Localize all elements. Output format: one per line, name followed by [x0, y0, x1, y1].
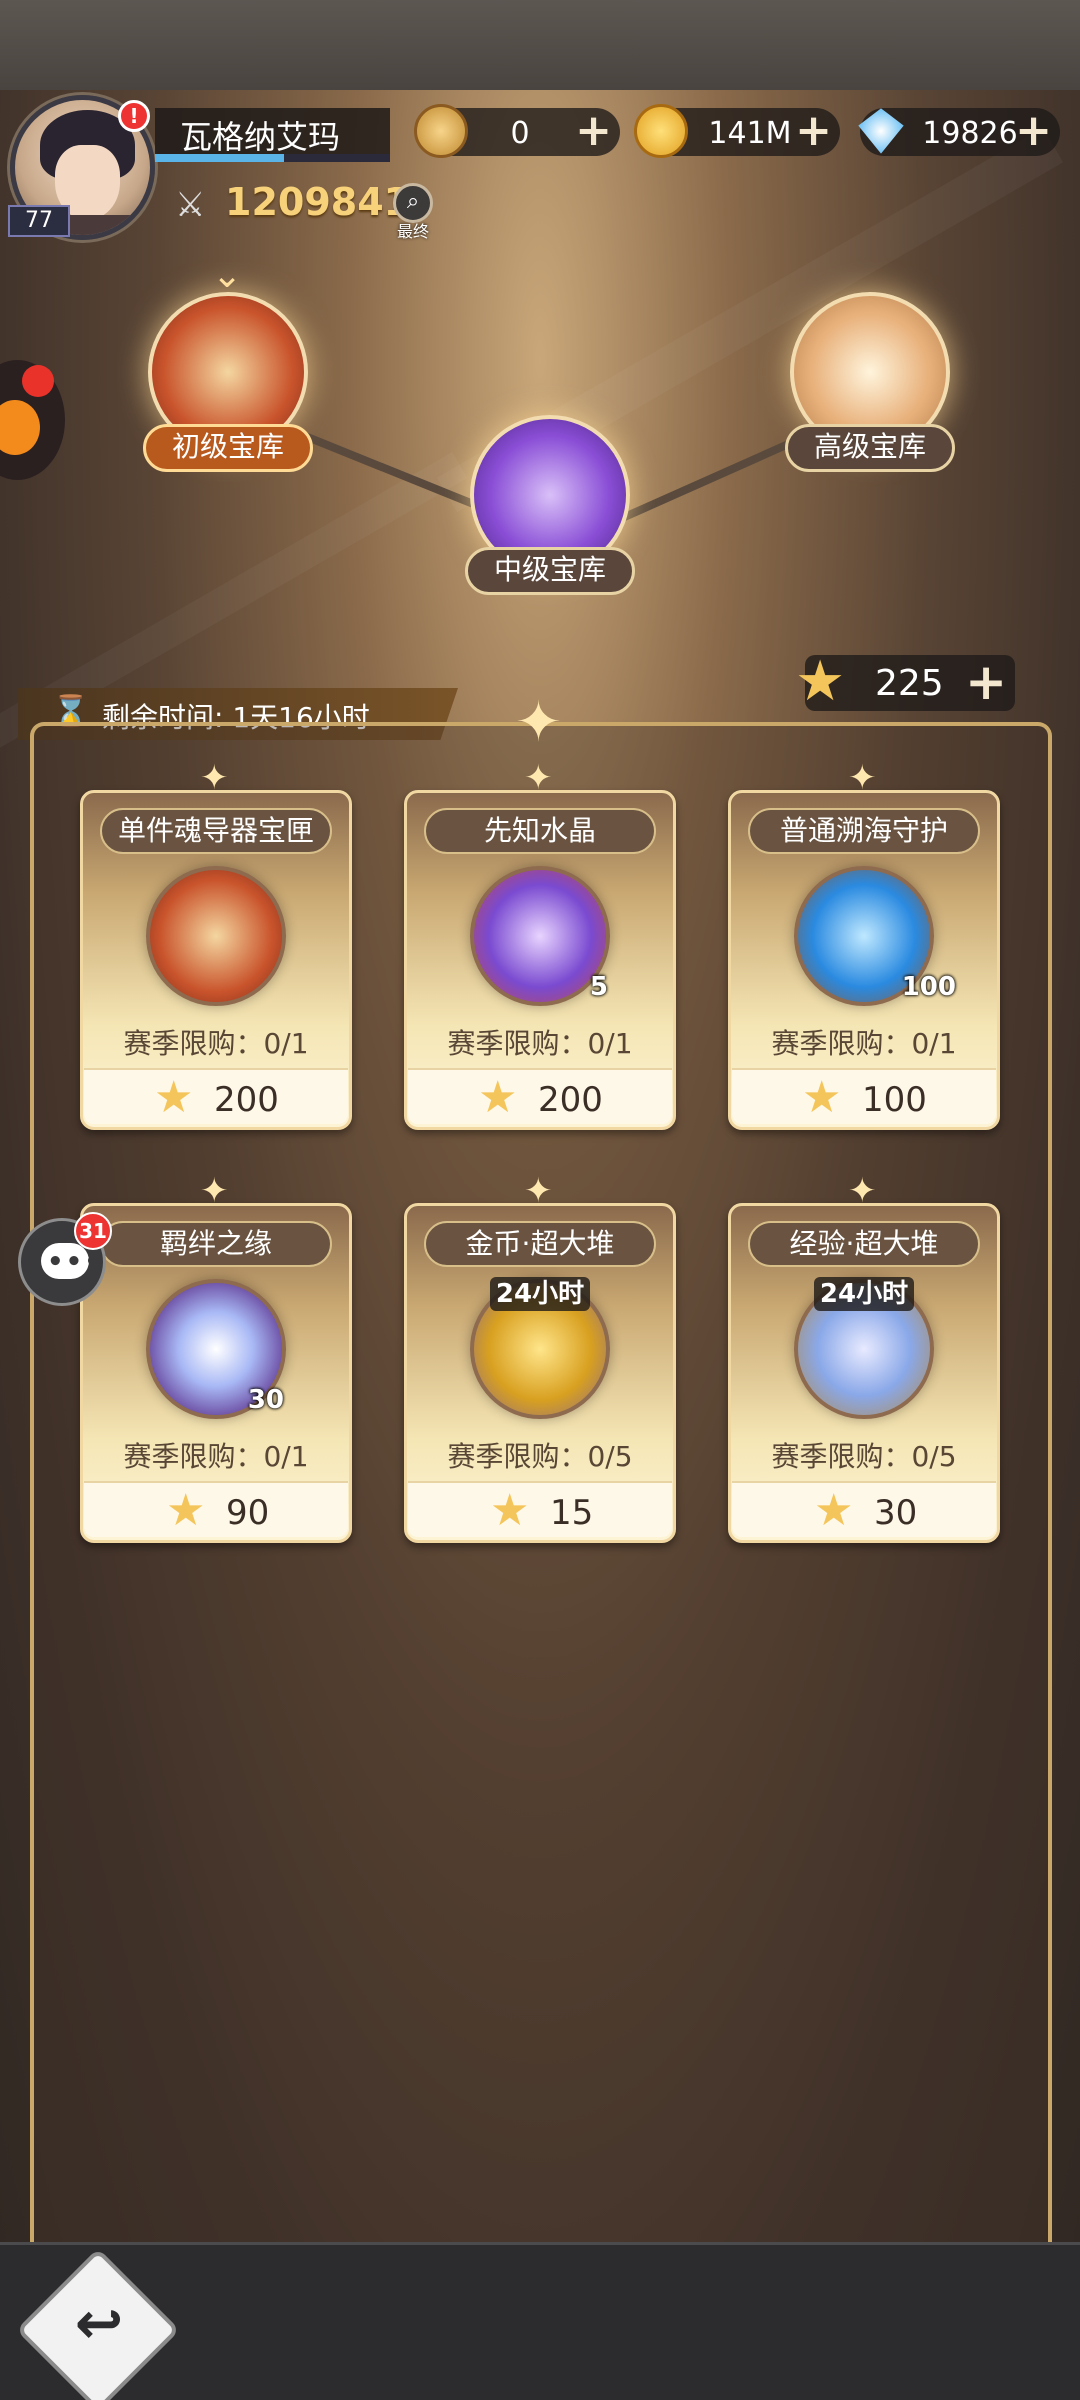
item-count: 100 — [901, 972, 956, 1002]
price-value: 200 — [538, 1080, 603, 1120]
resource-gold-token: 0 + — [414, 104, 620, 158]
star-token-icon: ★ — [154, 1072, 194, 1123]
vault-middle-label: 中级宝库 — [465, 547, 635, 595]
star-token-icon: ★ — [490, 1485, 530, 1536]
exp-bar — [155, 154, 390, 162]
resource-coin: 141M + — [634, 104, 840, 158]
purchase-limit: 赛季限购：0/1 — [771, 1027, 957, 1060]
price-tag[interactable]: ★ 30 — [732, 1481, 996, 1537]
shop-item-card[interactable]: ✦ 经验·超大堆 24小时 赛季限购：0/5 ★ 30 — [728, 1171, 1000, 1543]
chat-unread-badge: 31 — [74, 1212, 112, 1250]
star-token-icon: ★ — [802, 1072, 842, 1123]
treasure-chest-icon — [146, 866, 286, 1006]
player-level-badge: 77 — [8, 205, 70, 237]
price-value: 200 — [214, 1080, 279, 1120]
price-tag[interactable]: ★ 100 — [732, 1068, 996, 1124]
item-count: 5 — [589, 972, 608, 1002]
purchase-limit: 赛季限购：0/1 — [123, 1440, 309, 1473]
shop-item-card[interactable]: ✦ 金币·超大堆 24小时 赛季限购：0/5 ★ 15 — [404, 1171, 676, 1543]
star-currency: ★ 225 + — [795, 649, 1015, 714]
resource-diamond: 19826 + — [858, 108, 1060, 156]
vault-junior-label: 初级宝库 — [143, 424, 313, 472]
price-tag[interactable]: ★ 200 — [408, 1068, 672, 1124]
shop-item-card[interactable]: ✦ 羁绊之缘 30 赛季限购：0/1 ★ 90 — [80, 1171, 352, 1543]
player-name: 瓦格纳艾玛 — [180, 118, 341, 156]
combat-power: 1209841 — [225, 180, 411, 224]
item-title: 羁绊之缘 — [100, 1221, 332, 1267]
add-diamond-button[interactable]: + — [1015, 108, 1052, 154]
star-token-icon: ★ — [478, 1072, 518, 1123]
price-value: 90 — [226, 1493, 270, 1533]
item-title: 先知水晶 — [424, 808, 656, 854]
search-button[interactable]: ⌕ 最终 — [388, 180, 438, 241]
pet-notification-dot — [22, 365, 54, 397]
price-tag[interactable]: ★ 90 — [84, 1481, 348, 1537]
price-value: 15 — [550, 1493, 594, 1533]
vault-senior-label: 高级宝库 — [785, 424, 955, 472]
duration-tag: 24小时 — [814, 1277, 914, 1311]
item-count: 30 — [247, 1385, 284, 1415]
add-coin-button[interactable]: + — [795, 108, 832, 154]
shop-item-card[interactable]: ✦ 单件魂导器宝匣 赛季限购：0/1 ★ 200 — [80, 758, 352, 1130]
item-title: 普通溯海守护 — [748, 808, 980, 854]
price-tag[interactable]: ★ 15 — [408, 1481, 672, 1537]
star-token-icon: ★ — [166, 1485, 206, 1536]
purchase-limit: 赛季限购：0/5 — [447, 1440, 633, 1473]
price-value: 30 — [874, 1493, 918, 1533]
purchase-limit: 赛季限购：0/5 — [771, 1440, 957, 1473]
status-bar — [0, 0, 1080, 90]
chat-dots: ••• — [47, 1247, 103, 1277]
duration-tag: 24小时 — [490, 1277, 590, 1311]
shop-item-card[interactable]: ✦ 先知水晶 5 赛季限购：0/1 ★ 200 — [404, 758, 676, 1130]
shop-item-card[interactable]: ✦ 普通溯海守护 100 赛季限购：0/1 ★ 100 — [728, 758, 1000, 1130]
star-token-icon: ★ — [795, 649, 846, 714]
add-star-currency-button[interactable]: + — [965, 655, 1007, 709]
return-arrow-icon: ↩ — [74, 2289, 124, 2357]
purchase-limit: 赛季限购：0/1 — [123, 1027, 309, 1060]
sparkle-icon: ✦ — [515, 690, 562, 755]
exp-bar-fill — [155, 154, 285, 162]
crossed-swords-icon: ⚔ — [175, 185, 206, 225]
star-currency-value: 225 — [875, 663, 944, 704]
item-title: 金币·超大堆 — [424, 1221, 656, 1267]
price-tag[interactable]: ★ 200 — [84, 1068, 348, 1124]
alert-badge: ! — [118, 100, 150, 132]
selected-chevron-icon: ⌄ — [212, 255, 243, 296]
star-token-icon: ★ — [814, 1485, 854, 1536]
pet-icon — [0, 400, 40, 455]
item-title: 经验·超大堆 — [748, 1221, 980, 1267]
price-value: 100 — [862, 1080, 927, 1120]
item-title: 单件魂导器宝匣 — [100, 808, 332, 854]
search-label: 最终 — [396, 222, 429, 241]
add-gold-token-button[interactable]: + — [575, 108, 612, 154]
magnifier-icon: ⌕ — [393, 183, 433, 223]
purchase-limit: 赛季限购：0/1 — [447, 1027, 633, 1060]
